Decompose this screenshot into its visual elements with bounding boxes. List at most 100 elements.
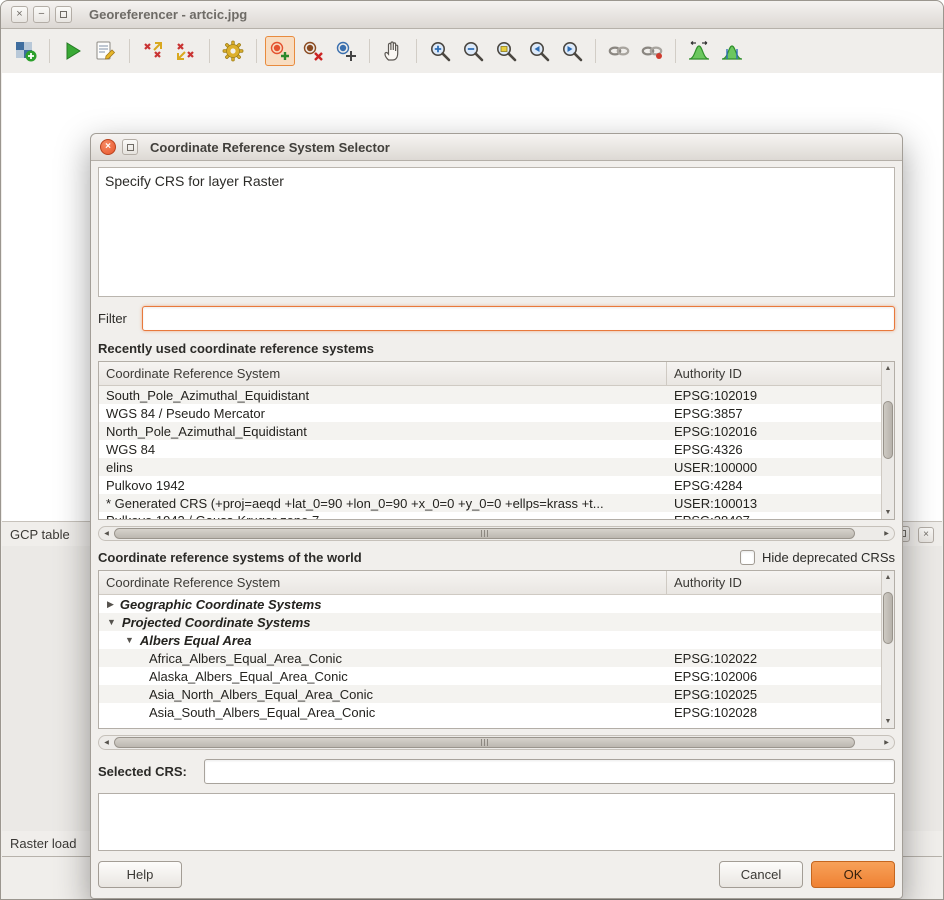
column-header-crs-name[interactable]: Coordinate Reference System bbox=[99, 571, 667, 594]
crs-name: Pulkovo 1942 / Gauss-Kruger zone 7 bbox=[106, 512, 319, 519]
crs-name: Alaska_Albers_Equal_Area_Conic bbox=[149, 669, 348, 684]
save-gcp-points-icon[interactable] bbox=[171, 36, 201, 66]
move-point-icon[interactable] bbox=[331, 36, 361, 66]
scroll-left-icon[interactable]: ◀ bbox=[99, 527, 114, 540]
scrollbar-track[interactable] bbox=[114, 736, 879, 749]
table-row[interactable]: Asia_South_Albers_Equal_Area_ConicEPSG:1… bbox=[99, 703, 881, 721]
window-maximize-icon[interactable] bbox=[55, 6, 72, 23]
dialog-close-icon[interactable]: × bbox=[100, 139, 116, 155]
scrollbar-thumb[interactable] bbox=[114, 528, 855, 539]
filter-label: Filter bbox=[98, 311, 142, 326]
collapsed-arrow-icon[interactable]: ▶ bbox=[107, 599, 114, 610]
toolbar-separator bbox=[256, 39, 257, 63]
zoom-in-icon[interactable] bbox=[425, 36, 455, 66]
filter-row: Filter bbox=[98, 306, 895, 331]
crs-name: elins bbox=[106, 460, 133, 475]
scroll-left-icon[interactable]: ◀ bbox=[99, 736, 114, 749]
scrollbar-track[interactable] bbox=[114, 527, 879, 540]
pan-icon[interactable] bbox=[378, 36, 408, 66]
tree-group-row[interactable]: ▼ Projected Coordinate Systems bbox=[99, 613, 881, 631]
hide-deprecated-checkbox[interactable] bbox=[740, 550, 755, 565]
recent-crs-table: Coordinate Reference System Authority ID… bbox=[98, 361, 895, 520]
close-panel-icon[interactable]: × bbox=[918, 527, 934, 543]
expanded-arrow-icon[interactable]: ▼ bbox=[125, 635, 134, 645]
recent-section-header: Recently used coordinate reference syste… bbox=[98, 341, 895, 356]
scroll-right-icon[interactable]: ▶ bbox=[879, 736, 894, 749]
scrollbar-thumb[interactable] bbox=[883, 401, 893, 459]
authority-id: EPSG:102025 bbox=[667, 687, 881, 702]
dialog-maximize-icon[interactable] bbox=[122, 139, 138, 155]
vertical-scrollbar[interactable]: ▲ ▼ bbox=[881, 362, 894, 519]
window-titlebar: × − Georeferencer - artcic.jpg bbox=[1, 1, 943, 29]
delete-point-icon[interactable] bbox=[298, 36, 328, 66]
column-header-crs-name[interactable]: Coordinate Reference System bbox=[99, 362, 667, 385]
table-row[interactable]: WGS 84EPSG:4326 bbox=[99, 440, 881, 458]
crs-name: * Generated CRS (+proj=aeqd +lat_0=90 +l… bbox=[106, 496, 604, 511]
ok-button[interactable]: OK bbox=[811, 861, 895, 888]
toolbar-separator bbox=[675, 39, 676, 63]
toolbar-separator bbox=[49, 39, 50, 63]
table-row[interactable]: North_Pole_Azimuthal_EquidistantEPSG:102… bbox=[99, 422, 881, 440]
table-row[interactable]: South_Pole_Azimuthal_EquidistantEPSG:102… bbox=[99, 386, 881, 404]
thumb-grip bbox=[481, 530, 488, 537]
table-row[interactable]: * Generated CRS (+proj=aeqd +lat_0=90 +l… bbox=[99, 494, 881, 512]
maximize-glyph bbox=[60, 11, 67, 18]
table-row[interactable]: Pulkovo 1942EPSG:4284 bbox=[99, 476, 881, 494]
transformation-settings-gear-icon[interactable] bbox=[218, 36, 248, 66]
table-row[interactable]: Asia_North_Albers_Equal_Area_ConicEPSG:1… bbox=[99, 685, 881, 703]
selected-crs-input[interactable] bbox=[204, 759, 895, 784]
authority-id: EPSG:102028 bbox=[667, 705, 881, 720]
open-raster-icon[interactable] bbox=[11, 36, 41, 66]
table-row[interactable]: WGS 84 / Pseudo MercatorEPSG:3857 bbox=[99, 404, 881, 422]
histogram-full-stretch-icon[interactable] bbox=[684, 36, 714, 66]
table-row[interactable]: elinsUSER:100000 bbox=[99, 458, 881, 476]
selected-crs-row: Selected CRS: bbox=[98, 759, 895, 784]
zoom-to-layer-icon[interactable] bbox=[491, 36, 521, 66]
start-georeferencing-icon[interactable] bbox=[58, 36, 88, 66]
zoom-out-icon[interactable] bbox=[458, 36, 488, 66]
crs-name: Projected Coordinate Systems bbox=[122, 615, 311, 630]
expanded-arrow-icon[interactable]: ▼ bbox=[107, 617, 116, 627]
authority-id: EPSG:102022 bbox=[667, 651, 881, 666]
zoom-last-icon[interactable] bbox=[524, 36, 554, 66]
scroll-right-icon[interactable]: ▶ bbox=[879, 527, 894, 540]
filter-input[interactable] bbox=[142, 306, 895, 331]
link-qgis-to-georeferencer-icon[interactable] bbox=[637, 36, 667, 66]
cancel-button[interactable]: Cancel bbox=[719, 861, 803, 888]
table-row[interactable]: Pulkovo 1942 / Gauss-Kruger zone 7 EPSG:2… bbox=[99, 512, 881, 519]
horizontal-scrollbar[interactable]: ◀ ▶ bbox=[98, 526, 895, 541]
authority-id: EPSG:4326 bbox=[667, 442, 881, 457]
hide-deprecated-row[interactable]: Hide deprecated CRSs bbox=[740, 550, 895, 565]
column-header-authority-id[interactable]: Authority ID bbox=[667, 571, 881, 594]
world-table-body: ▶Geographic Coordinate Systems ▼ Projected… bbox=[99, 595, 881, 728]
authority-id: EPSG:28407 bbox=[667, 512, 881, 519]
histogram-local-stretch-icon[interactable] bbox=[717, 36, 747, 66]
scroll-up-icon[interactable]: ▲ bbox=[882, 362, 894, 375]
dialog-title: Coordinate Reference System Selector bbox=[150, 140, 390, 155]
column-header-authority-id[interactable]: Authority ID bbox=[667, 362, 881, 385]
horizontal-scrollbar[interactable]: ◀ ▶ bbox=[98, 735, 895, 750]
window-close-icon[interactable]: × bbox=[11, 6, 28, 23]
tree-group-row[interactable]: ▼Albers Equal Area bbox=[99, 631, 881, 649]
help-button[interactable]: Help bbox=[98, 861, 182, 888]
scrollbar-thumb[interactable] bbox=[114, 737, 855, 748]
zoom-next-icon[interactable] bbox=[557, 36, 587, 66]
load-gcp-points-icon[interactable] bbox=[138, 36, 168, 66]
authority-id: EPSG:102019 bbox=[667, 388, 881, 403]
gdal-script-icon[interactable] bbox=[91, 36, 121, 66]
authority-id: EPSG:4284 bbox=[667, 478, 881, 493]
window-minimize-icon[interactable]: − bbox=[33, 6, 50, 23]
scrollbar-thumb[interactable] bbox=[883, 592, 893, 644]
add-point-icon[interactable] bbox=[265, 36, 295, 66]
vertical-scrollbar[interactable]: ▲ ▼ bbox=[881, 571, 894, 728]
scroll-down-icon[interactable]: ▼ bbox=[882, 506, 894, 519]
toolbar-separator bbox=[369, 39, 370, 63]
table-row[interactable]: Alaska_Albers_Equal_Area_ConicEPSG:10200… bbox=[99, 667, 881, 685]
scrollbar-track[interactable] bbox=[882, 584, 894, 715]
tree-group-row[interactable]: ▶Geographic Coordinate Systems bbox=[99, 595, 881, 613]
scroll-up-icon[interactable]: ▲ bbox=[882, 571, 894, 584]
link-georeferencer-to-qgis-icon[interactable] bbox=[604, 36, 634, 66]
scroll-down-icon[interactable]: ▼ bbox=[882, 715, 894, 728]
table-row[interactable]: Africa_Albers_Equal_Area_ConicEPSG:10202… bbox=[99, 649, 881, 667]
scrollbar-track[interactable] bbox=[882, 375, 894, 506]
